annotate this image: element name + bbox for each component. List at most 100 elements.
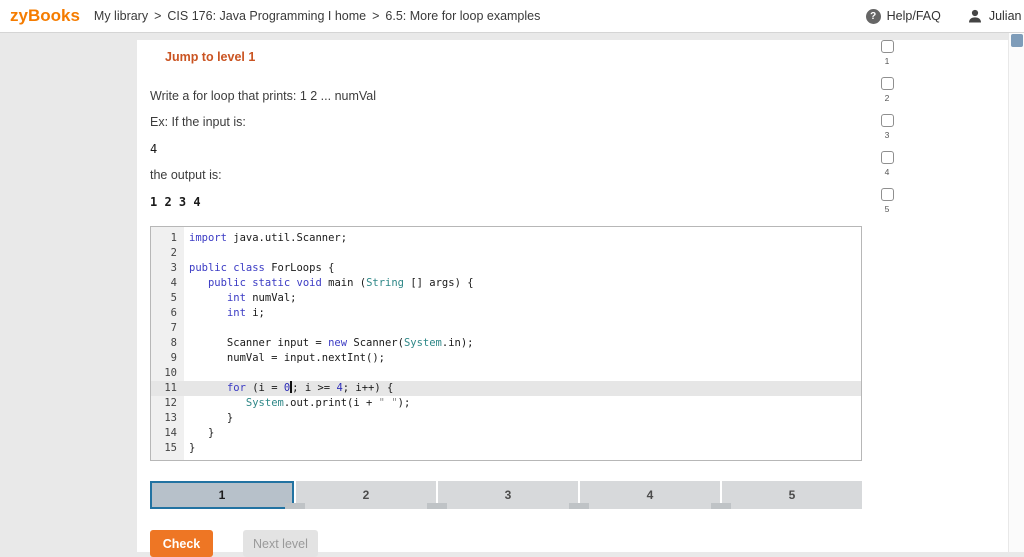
line-number: 5 [170,292,177,304]
code-text: System.out.print(i + " "); [245,397,411,409]
person-icon [967,8,983,24]
line-number: 7 [170,322,177,334]
segment-divider-notch [569,503,589,509]
line-number: 15 [164,442,177,454]
code-text: numVal = input.nextInt(); [189,352,385,364]
level-checkbox-icon [880,114,894,127]
user-name: Julian N [988,9,1024,23]
code-line[interactable]: 4 public static void main (String [] arg… [151,276,861,291]
zybooks-logo[interactable]: zyBooks [10,6,80,26]
code-line[interactable]: 5 int numVal; [151,291,861,306]
level-indicator-column: 1 2 3 4 5 [876,40,898,225]
code-line[interactable]: 2 [151,246,861,261]
code-line[interactable]: 1 import java.util.Scanner; [151,231,861,246]
level-number: 2 [884,93,890,103]
code-text: public class ForLoops { [189,262,335,274]
line-number: 10 [164,367,177,379]
level-indicator: 4 [880,151,894,177]
segment-divider-notch [285,503,305,509]
code-line[interactable]: 9 numVal = input.nextInt(); [151,351,861,366]
level-number: 5 [884,204,890,214]
code-line[interactable]: 15} [151,441,861,456]
code-text: int numVal; [226,292,297,304]
example-input-value: 4 [150,142,158,156]
action-buttons: Check Next level [150,530,862,557]
vertical-scrollbar[interactable] [1008,33,1024,552]
progress-segment: 2 [285,481,436,509]
level-number: 3 [884,130,890,140]
level-checkbox-icon [880,188,894,201]
line-number: 1 [170,232,177,244]
breadcrumb: My library > CIS 176: Java Programming I h… [94,9,540,23]
level-checkbox-icon [880,40,894,53]
scrollbar-thumb[interactable] [1011,34,1023,47]
line-number: 6 [170,307,177,319]
line-number: 3 [170,262,177,274]
jump-to-level-link[interactable]: Jump to level 1 [165,50,255,64]
progress-segment-label: 1 [218,488,226,502]
progress-segment-label: 4 [646,488,654,502]
code-line[interactable]: 8 Scanner input = new Scanner(System.in)… [151,336,861,351]
level-indicator: 3 [880,114,894,140]
progress-segment-label: 3 [504,488,512,502]
line-number: 8 [170,337,177,349]
progress-segment: 1 [150,481,294,509]
code-text: } [189,442,196,454]
code-line[interactable]: 12 System.out.print(i + " "); [151,396,861,411]
line-number: 9 [170,352,177,364]
question-mark-icon: ? [865,8,881,24]
segment-divider-notch [711,503,731,509]
level-indicator: 1 [880,40,894,66]
level-checkbox-icon [880,151,894,164]
prompt-text: Write a for loop that prints: 1 2 ... nu… [150,89,377,103]
code-line[interactable]: 14 } [151,426,861,441]
level-number: 1 [884,56,890,66]
code-line[interactable]: 3 public class ForLoops { [151,261,861,276]
code-text: public static void main (String [] args)… [207,277,474,289]
code-line[interactable]: 11 for (i = 0; i >= 4; i++) { [151,381,861,396]
content-panel: Jump to level 1 Write a for loop that pr… [137,40,1008,557]
progress-segment: 5 [711,481,862,509]
breadcrumb-item[interactable]: CIS 176: Java Programming I home [167,9,366,23]
code-text: for (i = 0; i >= 4; i++) { [226,381,394,394]
code-editor[interactable]: 1 import java.util.Scanner; 2 3 public class… [150,226,862,461]
output-intro-text: the output is: [150,168,222,182]
code-line[interactable]: 7 [151,321,861,336]
breadcrumb-item[interactable]: My library [94,9,148,23]
progress-segment: 3 [427,481,578,509]
progress-segment: 4 [569,481,720,509]
progress-segment-label: 5 [788,488,796,502]
check-button[interactable]: Check [150,530,213,557]
activity-content: Jump to level 1 Write a for loop that pr… [137,40,862,557]
breadcrumb-separator: > [372,9,380,23]
header-actions: ? Help/FAQ Julian N [865,8,1024,24]
level-number: 4 [884,167,890,177]
code-text: Scanner input = new Scanner(System.in); [189,337,474,349]
next-level-button[interactable]: Next level [243,530,318,557]
line-number: 12 [164,397,177,409]
top-header: zyBooks My library > CIS 176: Java Program… [0,0,1024,33]
line-number: 13 [164,412,177,424]
level-indicator: 5 [880,188,894,214]
code-line[interactable]: 6 int i; [151,306,861,321]
code-text: import java.util.Scanner; [189,232,348,244]
code-text: int i; [226,307,265,319]
code-line[interactable]: 13 } [151,411,861,426]
code-text: } [189,412,234,424]
line-number: 11 [164,382,177,394]
line-number: 4 [170,277,177,289]
help-faq-link[interactable]: ? Help/FAQ [865,8,941,24]
breadcrumb-separator: > [154,9,162,23]
code-line[interactable]: 10 [151,366,861,381]
line-number: 2 [170,247,177,259]
code-text: } [189,427,215,439]
user-menu[interactable]: Julian N [967,8,1024,24]
segment-divider-notch [427,503,447,509]
example-intro-text: Ex: If the input is: [150,115,246,129]
level-progress-bar: 1 2 3 4 5 [150,481,862,509]
example-output-value: 1 2 3 4 [150,195,201,209]
line-number: 14 [164,427,177,439]
